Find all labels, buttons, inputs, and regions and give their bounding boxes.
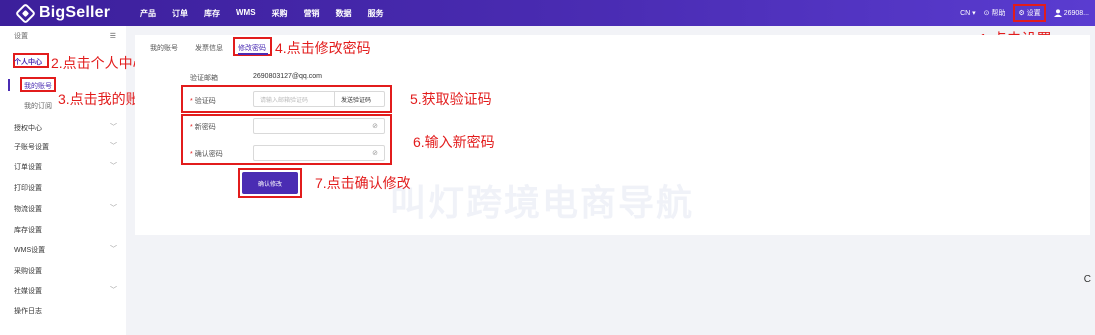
confirm-password-label: * 确认密码 bbox=[190, 151, 223, 158]
sidebar-item-print-settings[interactable]: 打印设置 bbox=[14, 183, 42, 193]
sidebar-item-authorization[interactable]: 授权中心 bbox=[14, 123, 42, 133]
collapse-menu-icon[interactable]: ☰ bbox=[110, 32, 116, 40]
sidebar-item-sub-accounts[interactable]: 子账号设置 bbox=[14, 142, 49, 152]
nav-item-marketing[interactable]: 营销 bbox=[304, 8, 320, 19]
sidebar-title: 设置 bbox=[14, 33, 28, 40]
chevron-down-icon: ﹀ bbox=[110, 205, 117, 212]
sidebar-item-logistics-settings[interactable]: 物流设置 bbox=[14, 204, 42, 214]
chevron-down-icon: ﹀ bbox=[110, 124, 117, 131]
active-tab-underline bbox=[238, 53, 268, 55]
nav-item-inventory[interactable]: 库存 bbox=[204, 8, 220, 19]
sidebar-item-order-settings[interactable]: 订单设置 bbox=[14, 162, 42, 172]
main-menu: 产品 订单 库存 WMS 采购 营销 数据 服务 bbox=[140, 8, 400, 19]
chevron-down-icon: ﹀ bbox=[110, 287, 117, 294]
nav-item-data[interactable]: 数据 bbox=[336, 8, 352, 19]
code-label: * 验证码 bbox=[190, 98, 216, 105]
watermark-text: 叫灯跨境电商导航 bbox=[390, 182, 695, 223]
settings-button[interactable]: ⚙ 设置 bbox=[1013, 4, 1046, 22]
code-placeholder: 请输入邮箱验证码 bbox=[260, 97, 309, 104]
sidebar-item-social-settings[interactable]: 社媒设置 bbox=[14, 286, 42, 296]
email-label: 验证邮箱 bbox=[190, 75, 218, 82]
sidebar-item-operation-log[interactable]: 操作日志 bbox=[14, 306, 42, 316]
confirm-password-input[interactable]: ⊘ bbox=[253, 145, 385, 161]
sidebar-item-my-subscription[interactable]: 我的订阅 bbox=[24, 101, 52, 111]
annotation-step-5: 5.获取验证码 bbox=[410, 91, 492, 107]
sidebar-item-wms-settings[interactable]: WMS设置 bbox=[14, 245, 45, 255]
chevron-down-icon: ﹀ bbox=[110, 246, 117, 253]
active-indicator bbox=[8, 79, 10, 91]
annotation-step-2: 2.点击个人中心 bbox=[51, 55, 147, 71]
brand-name: BigSeller bbox=[39, 4, 111, 21]
new-password-label: * 新密码 bbox=[190, 124, 216, 131]
chevron-down-icon: ﹀ bbox=[110, 163, 117, 170]
bigseller-logo-icon bbox=[14, 2, 37, 24]
user-icon bbox=[1053, 9, 1062, 17]
eye-off-icon[interactable]: ⊘ bbox=[372, 149, 378, 157]
help-link[interactable]: ⊙ 帮助 bbox=[984, 8, 1006, 18]
email-value: 2690803127@qq.com bbox=[253, 73, 322, 80]
sidebar-item-my-account[interactable]: 我的账号 bbox=[24, 81, 52, 91]
sidebar-item-inventory-settings[interactable]: 库存设置 bbox=[14, 225, 42, 235]
tab-my-account[interactable]: 我的账号 bbox=[150, 43, 178, 53]
sidebar-header: 设置 ☰ bbox=[0, 26, 126, 46]
nav-item-purchase[interactable]: 采购 bbox=[272, 8, 288, 19]
sidebar-item-purchase-settings[interactable]: 采购设置 bbox=[14, 266, 42, 276]
tab-invoice-info[interactable]: 发票信息 bbox=[195, 43, 223, 53]
side-circle-glyph: C bbox=[1083, 274, 1091, 285]
annotation-step-4: 4.点击修改密码 bbox=[275, 40, 371, 56]
language-selector[interactable]: CN ▾ bbox=[960, 9, 976, 17]
annotation-step-6: 6.输入新密码 bbox=[413, 134, 495, 150]
verification-code-input[interactable]: 请输入邮箱验证码 发送验证码 bbox=[253, 91, 385, 107]
chevron-down-icon: ﹀ bbox=[110, 143, 117, 150]
user-account-menu[interactable]: 26908... bbox=[1053, 9, 1089, 17]
nav-item-orders[interactable]: 订单 bbox=[172, 8, 188, 19]
new-password-input[interactable]: ⊘ bbox=[253, 118, 385, 134]
tab-change-password[interactable]: 修改密码 bbox=[238, 43, 266, 53]
top-navigation-bar: BigSeller 产品 订单 库存 WMS 采购 营销 数据 服务 CN ▾ … bbox=[0, 0, 1095, 26]
brand-logo[interactable]: BigSeller bbox=[14, 2, 118, 24]
nav-item-products[interactable]: 产品 bbox=[140, 8, 156, 19]
user-id: 26908... bbox=[1063, 9, 1089, 17]
top-right-actions: CN ▾ ⊙ 帮助 ⚙ 设置 26908... bbox=[952, 0, 1089, 26]
confirm-change-button[interactable]: 确认修改 bbox=[242, 172, 298, 194]
eye-off-icon[interactable]: ⊘ bbox=[372, 122, 378, 130]
sidebar-item-personal-center[interactable]: 个人中心 bbox=[14, 57, 42, 67]
nav-item-services[interactable]: 服务 bbox=[368, 8, 384, 19]
send-code-button[interactable]: 发送验证码 bbox=[334, 92, 371, 106]
nav-item-wms[interactable]: WMS bbox=[236, 8, 256, 19]
